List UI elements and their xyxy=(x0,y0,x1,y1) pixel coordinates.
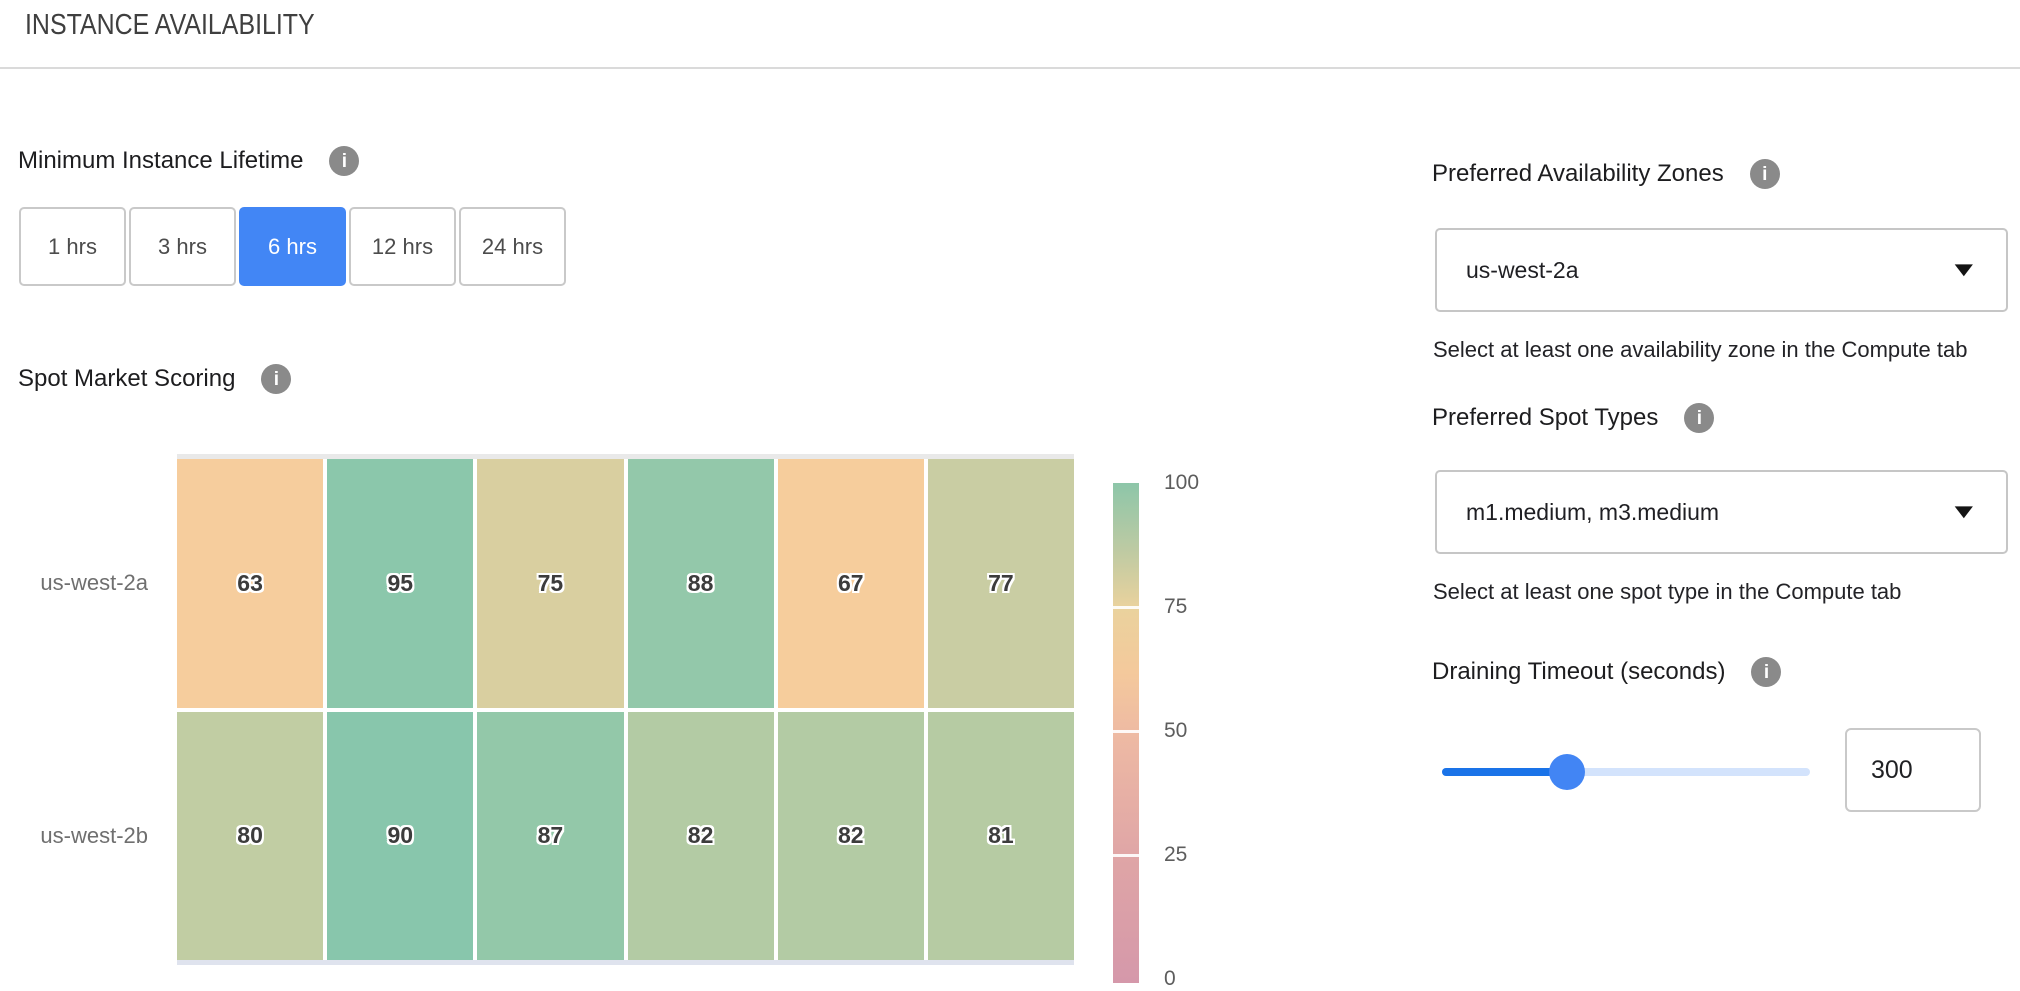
info-icon-glyph: i xyxy=(342,152,347,171)
colorbar-gradient xyxy=(1113,483,1139,983)
heatmap-cell: 77 xyxy=(928,459,1074,708)
colorbar-tick xyxy=(1113,730,1139,733)
heatmap-cell: 95 xyxy=(327,459,473,708)
lifetime-button-group: 1 hrs 3 hrs 6 hrs 12 hrs 24 hrs xyxy=(19,207,566,286)
heatmap-cell: 80 xyxy=(177,712,323,961)
draining-timeout-input[interactable] xyxy=(1845,728,1981,812)
lifetime-option-12hrs[interactable]: 12 hrs xyxy=(349,207,456,286)
spot-market-scoring-label-row: Spot Market Scoring i xyxy=(18,364,291,394)
info-icon[interactable]: i xyxy=(329,146,359,176)
heatmap-grid: 63 95 75 88 67 77 80 90 87 82 82 81 xyxy=(177,459,1074,960)
availability-zones-dropdown-value: us-west-2a xyxy=(1466,257,1578,284)
info-icon[interactable]: i xyxy=(1684,403,1714,433)
heatmap-colorbar xyxy=(1113,483,1139,983)
heatmap-bottom-edge xyxy=(177,960,1074,965)
draining-timeout-label-row: Draining Timeout (seconds) i xyxy=(1432,657,1781,687)
lifetime-option-6hrs[interactable]: 6 hrs xyxy=(239,207,346,286)
chevron-down-icon: ▼ xyxy=(1949,502,1980,522)
availability-zones-dropdown[interactable]: us-west-2a ▼ xyxy=(1435,228,2008,312)
spot-market-scoring-heatmap: 63 95 75 88 67 77 80 90 87 82 82 81 xyxy=(177,454,1074,965)
preferred-availability-zones-label-row: Preferred Availability Zones i xyxy=(1432,159,1780,189)
heatmap-cell: 87 xyxy=(477,712,623,961)
preferred-spot-types-label-row: Preferred Spot Types i xyxy=(1432,403,1714,433)
info-icon[interactable]: i xyxy=(1750,159,1780,189)
lifetime-option-24hrs[interactable]: 24 hrs xyxy=(459,207,566,286)
spot-types-helper-text: Select at least one spot type in the Com… xyxy=(1433,579,1901,605)
availability-zones-helper-text: Select at least one availability zone in… xyxy=(1433,337,1967,363)
heatmap-row-label: us-west-2b xyxy=(0,823,148,849)
heatmap-cell: 88 xyxy=(628,459,774,708)
colorbar-tick xyxy=(1113,606,1139,609)
spot-types-dropdown[interactable]: m1.medium, m3.medium ▼ xyxy=(1435,470,2008,554)
spot-market-scoring-label: Spot Market Scoring xyxy=(18,365,235,393)
colorbar-label-0: 0 xyxy=(1164,967,1176,991)
lifetime-option-3hrs[interactable]: 3 hrs xyxy=(129,207,236,286)
info-icon[interactable]: i xyxy=(1751,657,1781,687)
colorbar-label-75: 75 xyxy=(1164,595,1187,619)
info-icon[interactable]: i xyxy=(261,364,291,394)
heatmap-cell: 90 xyxy=(327,712,473,961)
heatmap-cell: 63 xyxy=(177,459,323,708)
info-icon-glyph: i xyxy=(274,370,279,389)
colorbar-label-100: 100 xyxy=(1164,471,1199,495)
page-title: INSTANCE AVAILABILITY xyxy=(25,9,315,42)
slider-thumb[interactable] xyxy=(1549,754,1585,790)
heatmap-row-label: us-west-2a xyxy=(0,570,148,596)
heatmap-cell: 75 xyxy=(477,459,623,708)
info-icon-glyph: i xyxy=(1697,409,1702,428)
draining-timeout-slider[interactable] xyxy=(1442,768,1810,776)
heatmap-cell: 82 xyxy=(628,712,774,961)
lifetime-option-1hrs[interactable]: 1 hrs xyxy=(19,207,126,286)
colorbar-label-25: 25 xyxy=(1164,843,1187,867)
minimum-instance-lifetime-label: Minimum Instance Lifetime xyxy=(18,147,303,175)
header-divider xyxy=(0,67,2020,69)
chevron-down-icon: ▼ xyxy=(1949,260,1980,280)
colorbar-tick xyxy=(1113,854,1139,857)
preferred-spot-types-label: Preferred Spot Types xyxy=(1432,404,1658,432)
draining-timeout-label: Draining Timeout (seconds) xyxy=(1432,658,1725,686)
info-icon-glyph: i xyxy=(1764,663,1769,682)
minimum-instance-lifetime-label-row: Minimum Instance Lifetime i xyxy=(18,146,359,176)
preferred-availability-zones-label: Preferred Availability Zones xyxy=(1432,160,1724,188)
info-icon-glyph: i xyxy=(1762,165,1767,184)
heatmap-cell: 82 xyxy=(778,712,924,961)
spot-types-dropdown-value: m1.medium, m3.medium xyxy=(1466,499,1719,526)
colorbar-label-50: 50 xyxy=(1164,719,1187,743)
heatmap-cell: 81 xyxy=(928,712,1074,961)
heatmap-cell: 67 xyxy=(778,459,924,708)
